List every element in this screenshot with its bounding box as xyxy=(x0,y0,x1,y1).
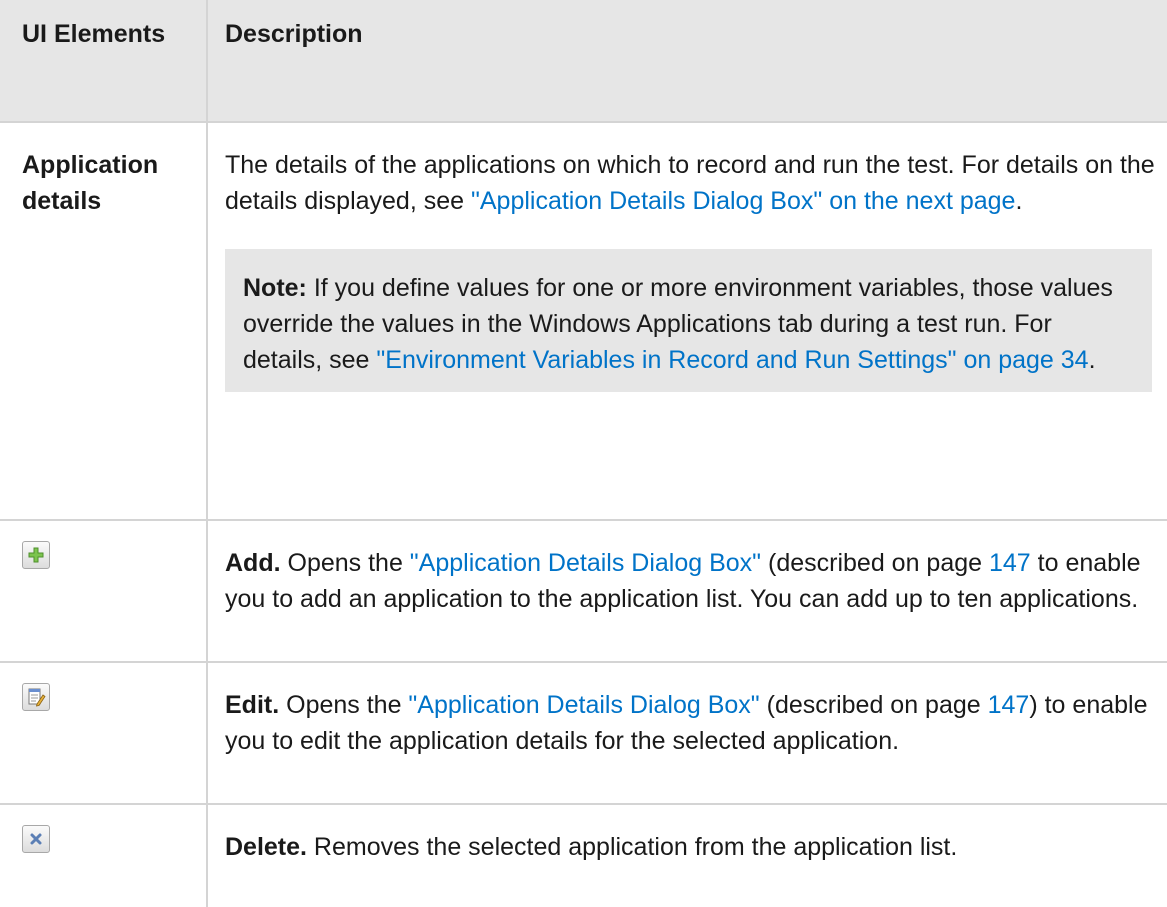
ui-cell xyxy=(0,661,208,805)
note-box: Note: If you define values for one or mo… xyxy=(225,249,1152,392)
description-cell: Edit. Opens the "Application Details Dia… xyxy=(206,661,1167,805)
add-label: Add. xyxy=(225,549,281,577)
table-header-row: UI Elements Description xyxy=(0,0,1167,123)
header-description: Description xyxy=(206,0,1167,123)
edit-icon xyxy=(22,683,50,711)
ui-cell xyxy=(0,519,208,663)
edit-label: Edit. xyxy=(225,691,280,719)
application-details-label: Application details xyxy=(22,151,159,215)
add-description: Add. Opens the "Application Details Dial… xyxy=(225,545,1161,617)
ui-cell xyxy=(0,803,208,907)
description-cell: Delete. Removes the selected application… xyxy=(206,803,1167,907)
description-text: Removes the selected application from th… xyxy=(306,833,958,861)
page-147-link[interactable]: 147 xyxy=(989,549,1031,577)
table-row-delete: Delete. Removes the selected application… xyxy=(0,803,1167,907)
note-label: Note: xyxy=(243,274,307,302)
page-147-link[interactable]: 147 xyxy=(988,691,1030,719)
note-text: . xyxy=(1088,346,1096,374)
table-row-edit: Edit. Opens the "Application Details Dia… xyxy=(0,661,1167,805)
add-icon xyxy=(22,541,50,569)
ui-cell: Application details xyxy=(0,121,208,521)
application-details-dialog-link[interactable]: "Application Details Dialog Box" xyxy=(410,549,761,577)
environment-variables-link[interactable]: "Environment Variables in Record and Run… xyxy=(376,346,1088,374)
description-cell: Add. Opens the "Application Details Dial… xyxy=(206,519,1167,663)
description-text: . xyxy=(1015,187,1023,215)
ui-elements-table: UI Elements Description Application deta… xyxy=(0,0,1167,907)
application-details-dialog-link[interactable]: "Application Details Dialog Box" on the … xyxy=(471,187,1015,215)
description-text: Opens the xyxy=(280,549,410,577)
description-cell: The details of the applications on which… xyxy=(206,121,1167,521)
description-text: (described on page xyxy=(761,549,989,577)
application-details-description: The details of the applications on which… xyxy=(225,147,1161,219)
header-ui-elements: UI Elements xyxy=(0,0,208,123)
description-text: Opens the xyxy=(279,691,409,719)
edit-description: Edit. Opens the "Application Details Dia… xyxy=(225,687,1161,759)
table-row-application-details: Application details The details of the a… xyxy=(0,121,1167,521)
table-row-add: Add. Opens the "Application Details Dial… xyxy=(0,519,1167,663)
description-text: (described on page xyxy=(759,691,988,719)
delete-label: Delete. xyxy=(225,833,307,861)
delete-description: Delete. Removes the selected application… xyxy=(225,829,1161,865)
delete-icon xyxy=(22,825,50,853)
application-details-dialog-link[interactable]: "Application Details Dialog Box" xyxy=(408,691,759,719)
